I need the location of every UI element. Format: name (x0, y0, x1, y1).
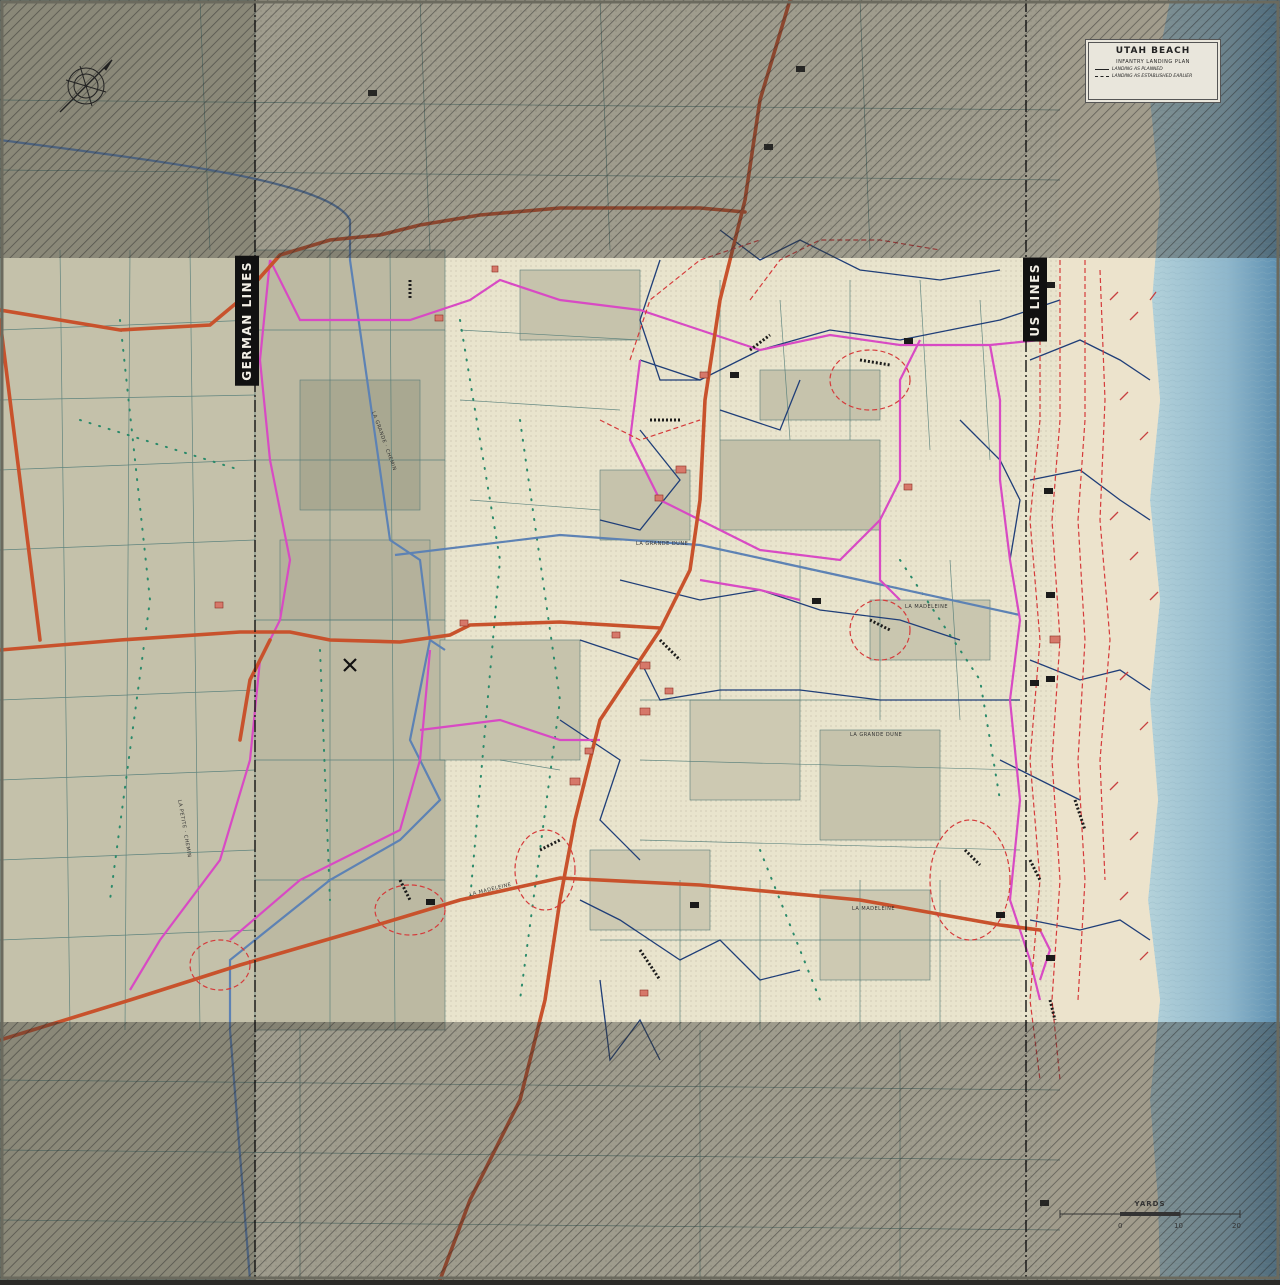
scale-tick-0: 0 (1118, 1222, 1122, 1230)
scale-tick-10: 10 (1174, 1222, 1183, 1230)
dashed-line-swatch-icon (1095, 76, 1109, 77)
scale-bar: YARDS 0 10 20 (1050, 1200, 1250, 1240)
us-lines-label: US LINES (1023, 258, 1047, 342)
legend-subtitle: INFANTRY LANDING PLAN (1116, 59, 1190, 65)
solid-line-swatch-icon (1095, 69, 1109, 70)
road-label-grande-dune-1: LA GRANDE DUNE (636, 541, 688, 547)
legend-item-planned: LANDING AS PLANNED (1095, 67, 1211, 72)
legend-title: UTAH BEACH (1115, 46, 1191, 56)
road-label-madeleine-1: LA MADELEINE (905, 604, 948, 610)
legend-box: UTAH BEACH INFANTRY LANDING PLAN LANDING… (1088, 42, 1218, 100)
legend-item-earlier: LANDING AS ESTABLISHED EARLIER (1095, 74, 1211, 79)
german-lines-label: GERMAN LINES (235, 256, 259, 386)
road-label-madeleine-2: LA MADELEINE (852, 906, 895, 912)
scale-label: YARDS (1134, 1200, 1166, 1208)
road-label-grande-dune-2: LA GRANDE DUNE (850, 732, 902, 738)
shaded-bottom-band (0, 1022, 1280, 1280)
scale-ruler: 0 10 20 (1059, 1210, 1241, 1230)
scale-tick-20: 20 (1232, 1222, 1241, 1230)
map-canvas[interactable]: LA GRANDE DUNE LA GRANDE DUNE LA MADELEI… (0, 0, 1280, 1282)
shaded-top-band (0, 0, 1280, 258)
